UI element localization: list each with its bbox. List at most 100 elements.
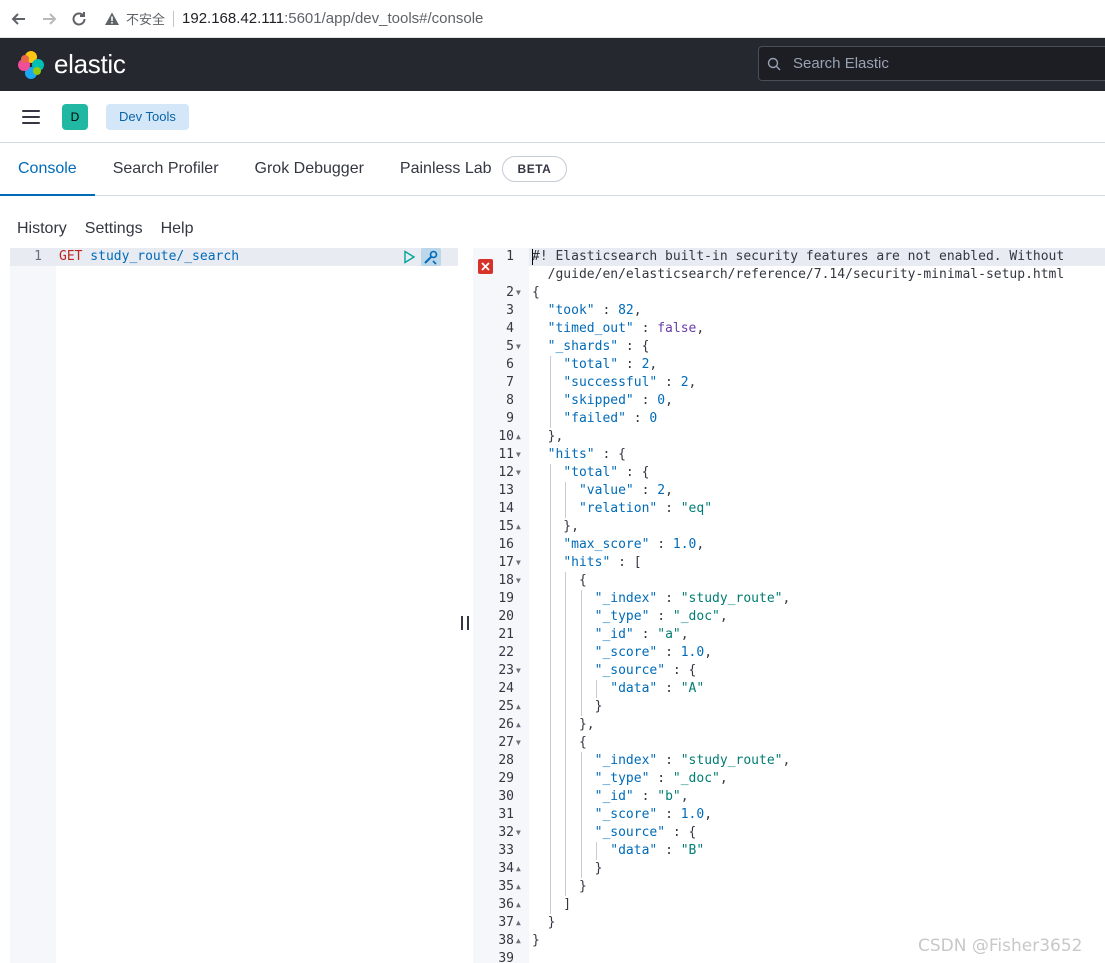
response-line: 13 "value" : 2, (473, 482, 1105, 500)
response-line: 8 "skipped" : 0, (473, 392, 1105, 410)
help-link[interactable]: Help (161, 220, 194, 238)
fold-toggle-icon[interactable]: ▼ (516, 338, 521, 356)
global-search[interactable] (758, 46, 1105, 81)
line-number: 6 (506, 357, 514, 372)
tab-console[interactable]: Console (0, 143, 95, 196)
request-editor[interactable]: 1 GET study_route/_search (10, 248, 458, 963)
indent-guide (565, 572, 567, 896)
fold-toggle-icon[interactable]: ▲ (516, 932, 521, 950)
breadcrumb-dev-tools[interactable]: Dev Tools (106, 103, 189, 130)
line-number: 23 (498, 663, 514, 678)
request-path: study_route/_search (82, 249, 240, 264)
line-number: 30 (498, 789, 514, 804)
arrow-right-icon (43, 12, 57, 25)
line-number: 24 (498, 681, 514, 696)
line-number: 16 (498, 537, 514, 552)
warning-icon (104, 11, 120, 27)
code-text: "relation" : "eq" (578, 501, 713, 516)
line-number: 1 (506, 249, 514, 264)
response-line: 26 ▲ }, (473, 716, 1105, 734)
line-number: 37 (498, 915, 514, 930)
fold-toggle-icon[interactable]: ▼ (516, 824, 521, 842)
forward-button[interactable] (38, 8, 60, 30)
url-path: :5601/app/dev_tools#/console (284, 10, 484, 27)
fold-toggle-icon[interactable]: ▲ (516, 878, 521, 896)
line-number: 11 (498, 447, 514, 462)
indent-guide (596, 680, 598, 698)
line-number: 27 (498, 735, 514, 750)
elastic-logo-icon[interactable] (16, 50, 46, 80)
code-text: } (532, 933, 540, 948)
response-line: 30 "_id" : "b", (473, 788, 1105, 806)
search-input[interactable] (793, 55, 1093, 72)
fold-toggle-icon[interactable]: ▲ (516, 896, 521, 914)
fold-toggle-icon[interactable]: ▼ (516, 734, 521, 752)
pane-resizer-handle[interactable] (461, 616, 469, 630)
fold-toggle-icon[interactable]: ▲ (516, 860, 521, 878)
line-number: 34 (498, 861, 514, 876)
fold-toggle-icon[interactable]: ▲ (516, 914, 521, 932)
settings-link[interactable]: Settings (85, 220, 143, 238)
back-button[interactable] (8, 8, 30, 30)
fold-toggle-icon[interactable]: ▲ (516, 428, 521, 446)
history-link[interactable]: History (17, 220, 67, 238)
address-bar[interactable]: 不安全 192.168.42.111:5601/app/dev_tools#/c… (104, 5, 483, 33)
indent-guide (580, 752, 582, 878)
response-line: 36 ▲ ] (473, 896, 1105, 914)
line-number: 25 (498, 699, 514, 714)
line-number: 19 (498, 591, 514, 606)
fold-toggle-icon[interactable]: ▼ (516, 284, 521, 302)
response-line: 32 ▼ "_source" : { (473, 824, 1105, 842)
wrench-icon[interactable] (421, 248, 441, 266)
beta-badge: BETA (501, 156, 568, 182)
code-text: } (532, 915, 556, 930)
line-number: 20 (498, 609, 514, 624)
fold-toggle-icon[interactable]: ▼ (516, 446, 521, 464)
indent-guide (549, 464, 551, 914)
request-gutter (10, 248, 56, 963)
line-number: 15 (498, 519, 514, 534)
tab-painless-lab[interactable]: Painless Lab BETA (382, 143, 585, 195)
code-text: { (532, 285, 540, 300)
fold-toggle-icon[interactable]: ▼ (516, 554, 521, 572)
code-text: "max_score" : 1.0, (563, 537, 705, 552)
line-number: 38 (498, 933, 514, 948)
fold-toggle-icon[interactable]: ▼ (516, 662, 521, 680)
fold-toggle-icon[interactable]: ▲ (516, 518, 521, 536)
response-output[interactable]: 1 #! Elasticsearch built-in security feat… (473, 248, 1105, 963)
console-menu: History Settings Help (0, 196, 1105, 248)
reload-button[interactable] (68, 8, 90, 30)
code-text: ] (532, 897, 572, 912)
code-text: } (532, 879, 587, 894)
code-text: } (532, 861, 603, 876)
response-line: 14 "relation" : "eq" (473, 500, 1105, 518)
response-line: 21 "_id" : "a", (473, 626, 1105, 644)
response-line: 11 ▼ "hits" : { (473, 446, 1105, 464)
menu-toggle-icon[interactable] (22, 109, 40, 124)
fold-toggle-icon[interactable]: ▲ (516, 698, 521, 716)
space-avatar[interactable]: D (62, 103, 88, 130)
code-text: "took" : 82, (547, 303, 642, 318)
request-line[interactable]: GET study_route/_search (59, 248, 239, 266)
line-number: 39 (498, 951, 514, 963)
tab-grok-debugger[interactable]: Grok Debugger (237, 143, 382, 195)
insecure-label: 不安全 (126, 12, 166, 27)
indent-guide (565, 482, 567, 518)
code-text: }, (532, 429, 564, 444)
response-line: 16 "max_score" : 1.0, (473, 536, 1105, 554)
code-text: "data" : "B" (610, 843, 705, 858)
line-number: 14 (498, 501, 514, 516)
tab-search-profiler[interactable]: Search Profiler (95, 143, 237, 195)
play-icon[interactable] (402, 250, 416, 264)
line-number: 28 (498, 753, 514, 768)
line-number: 36 (498, 897, 514, 912)
code-text: "data" : "A" (610, 681, 705, 696)
fold-toggle-icon[interactable]: ▼ (516, 464, 521, 482)
line-number: 10 (498, 429, 514, 444)
response-line: 9 "failed" : 0 (473, 410, 1105, 428)
line-number: 33 (498, 843, 514, 858)
url-host: 192.168.42.111 (182, 10, 285, 27)
response-line: 27 ▼ { (473, 734, 1105, 752)
fold-toggle-icon[interactable]: ▼ (516, 572, 521, 590)
fold-toggle-icon[interactable]: ▲ (516, 716, 521, 734)
